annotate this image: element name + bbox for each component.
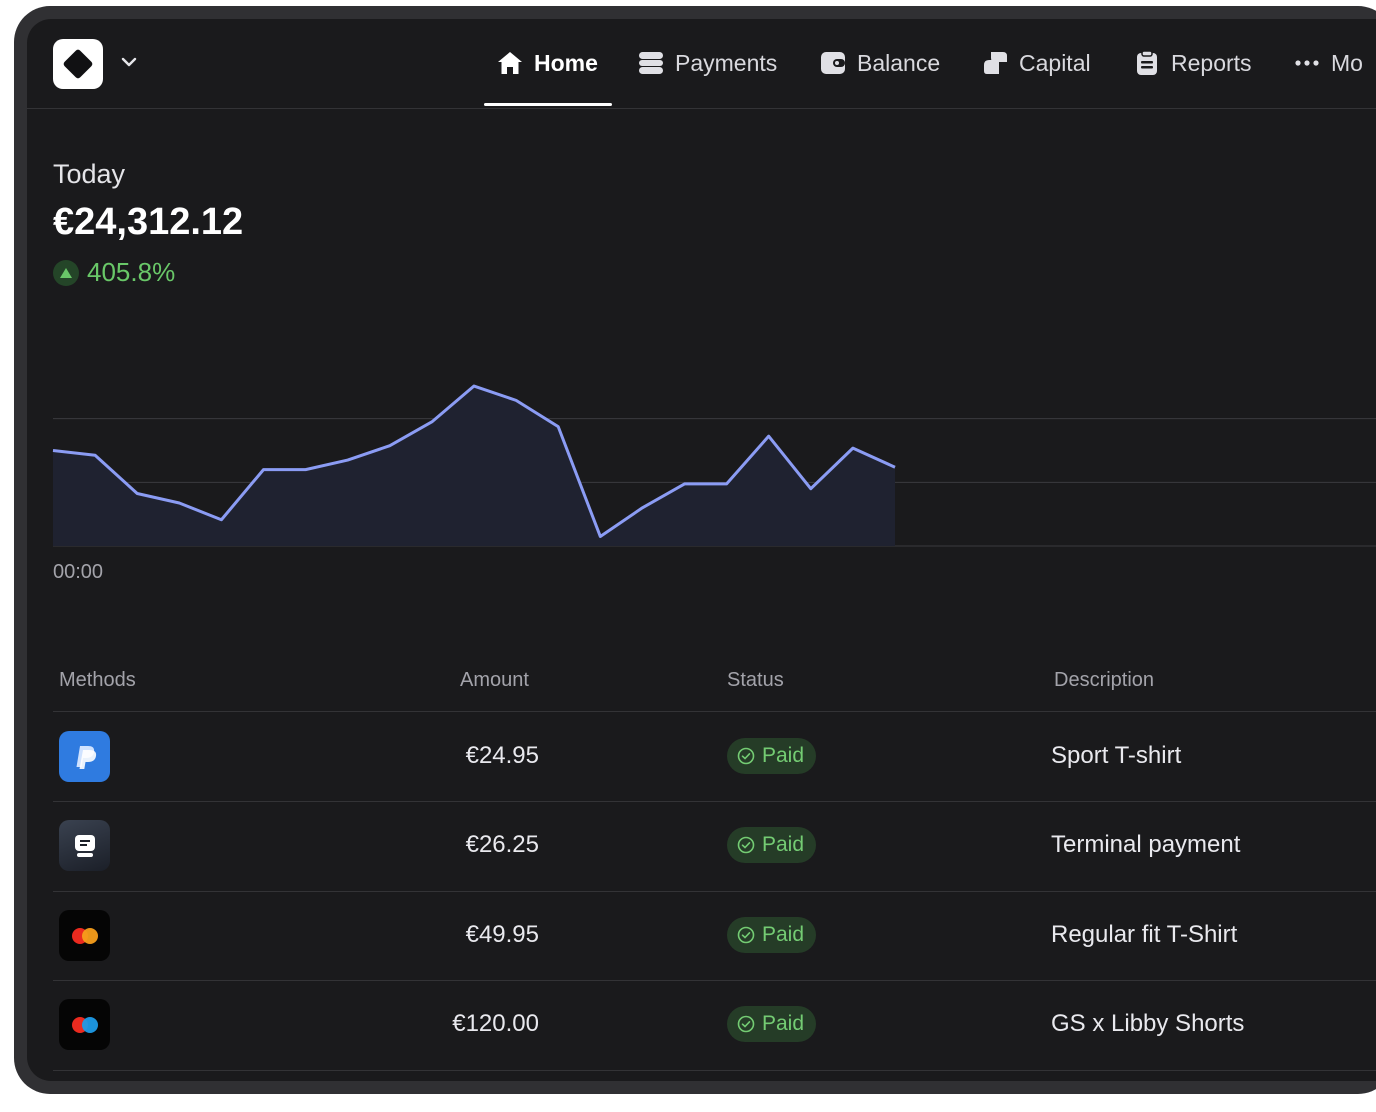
- table-row[interactable]: €24.95 Paid Sport T-shirt: [27, 712, 1376, 801]
- amount-cell: €120.00: [452, 1010, 539, 1037]
- description-cell: Sport T-shirt: [1051, 742, 1182, 769]
- check-circle-icon: [737, 836, 755, 854]
- amount-cell: €24.95: [465, 742, 539, 769]
- status-badge: Paid: [727, 827, 817, 863]
- status-label: Paid: [762, 833, 805, 856]
- app-screen: Home Payments Balance Capital Reports Mo…: [27, 19, 1376, 1081]
- terminal-icon: [59, 820, 110, 871]
- column-header-methods: Methods: [59, 669, 136, 691]
- amount-cell: €49.95: [465, 921, 539, 948]
- check-circle-icon: [737, 747, 755, 765]
- column-header-amount: Amount: [460, 669, 529, 691]
- table-row[interactable]: €26.25 Paid Terminal payment: [27, 801, 1376, 890]
- check-circle-icon: [737, 926, 755, 944]
- description-cell: Terminal payment: [1051, 831, 1241, 858]
- description-cell: GS x Libby Shorts: [1051, 1010, 1245, 1037]
- status-badge: Paid: [727, 738, 817, 774]
- description-cell: Regular fit T-Shirt: [1051, 921, 1238, 948]
- column-header-description: Description: [1054, 669, 1155, 691]
- x-tick-label: 00:00: [53, 561, 104, 583]
- table-row[interactable]: €120.00 Paid GS x Libby Shorts: [27, 980, 1376, 1069]
- row-divider: [53, 1070, 1376, 1071]
- mastercard-icon: [59, 910, 110, 961]
- column-header-status: Status: [727, 669, 784, 691]
- status-label: Paid: [762, 744, 805, 767]
- table-row[interactable]: €49.95 Paid Regular fit T-Shirt: [27, 891, 1376, 980]
- maestro-icon: [59, 999, 110, 1050]
- revenue-chart: [52, 384, 1376, 547]
- status-badge: Paid: [727, 1006, 817, 1042]
- status-badge: Paid: [727, 917, 817, 953]
- check-circle-icon: [737, 1015, 755, 1033]
- paypal-icon: [59, 731, 110, 782]
- chart-area-fill: [53, 386, 895, 546]
- status-label: Paid: [762, 1012, 805, 1035]
- status-label: Paid: [762, 923, 805, 946]
- amount-cell: €26.25: [465, 831, 539, 858]
